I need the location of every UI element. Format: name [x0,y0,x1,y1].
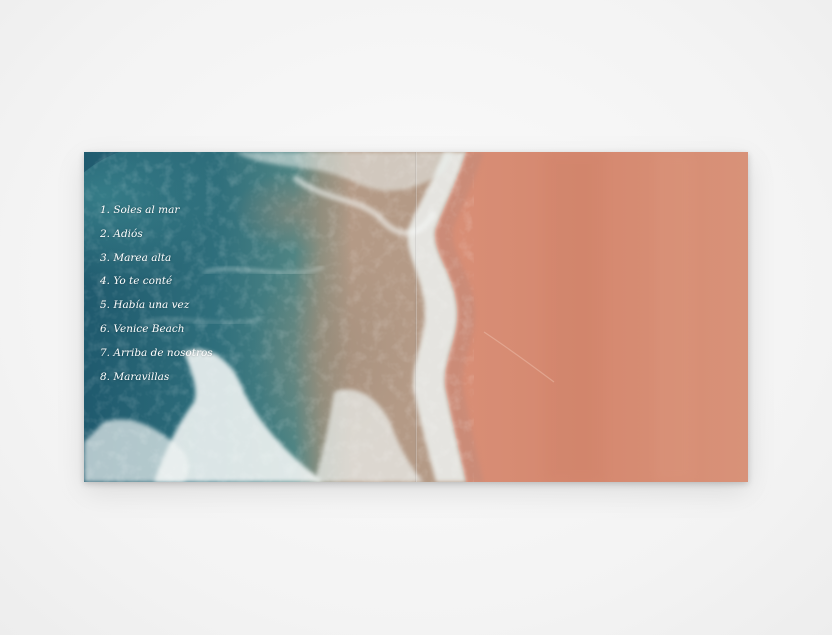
track-title: 1. Soles al mar [100,204,180,216]
track-title: 6. Venice Beach [100,322,185,335]
track-title: 7. Arriba de nosotros [100,346,213,359]
mockup-background: 1. Soles al mar 2. Adiós 3. Marea alta 4… [0,0,832,635]
album-booklet: 1. Soles al mar 2. Adiós 3. Marea alta 4… [84,152,748,482]
track-title: 2. Adiós [100,227,143,240]
booklet-fold [415,152,417,482]
tracklist: 1. Soles al mar 2. Adiós 3. Marea alta 4… [100,204,213,394]
track-title: 5. Había una vez [100,299,190,312]
track-title: 3. Marea alta [100,251,172,264]
track-title: 4. Yo te conté [100,275,173,288]
track-title: 8. Maravillas [100,370,170,383]
